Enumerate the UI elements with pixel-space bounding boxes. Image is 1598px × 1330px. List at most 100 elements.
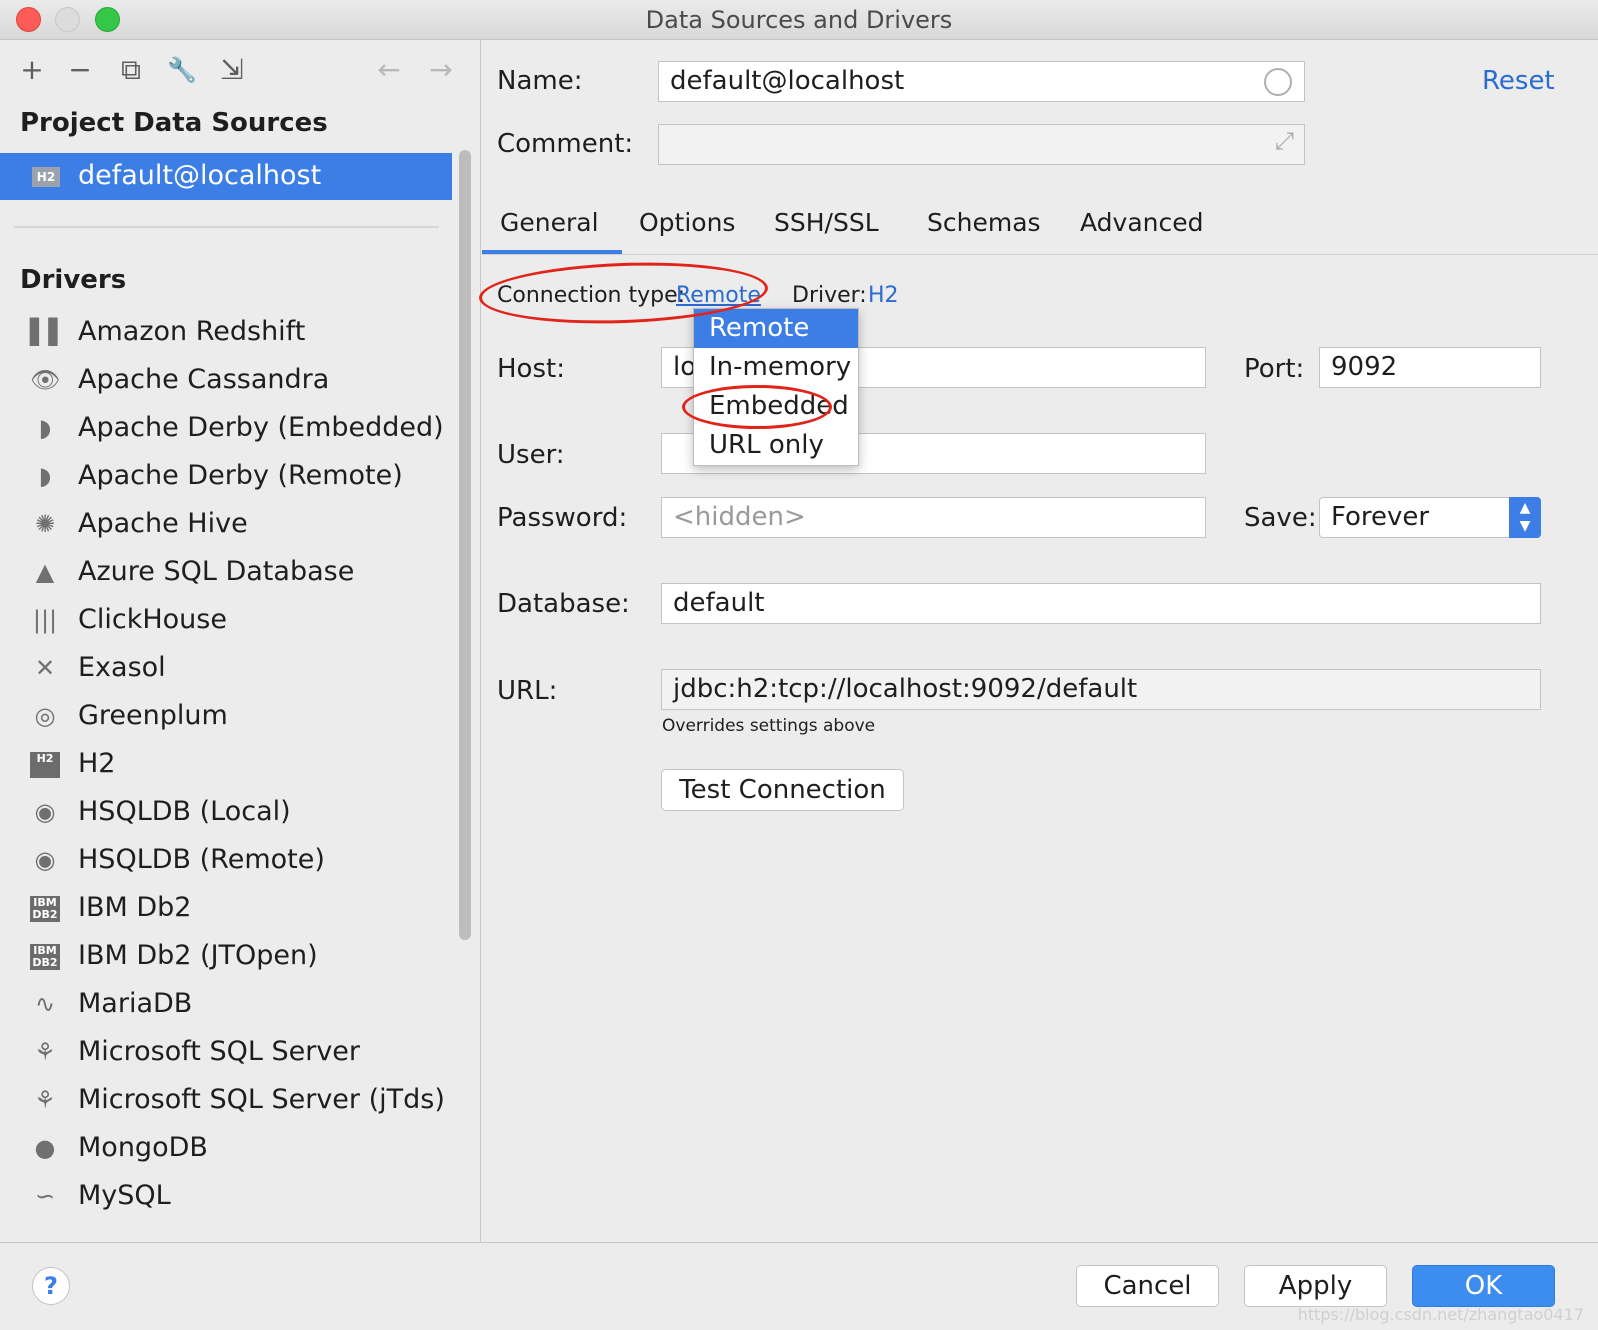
sidebar-scrollbar[interactable] [459, 150, 471, 940]
driver-item[interactable]: ◉ HSQLDB (Local) [0, 788, 452, 836]
database-input[interactable]: default [661, 583, 1541, 624]
cassandra-eye-icon: 👁 [30, 366, 61, 394]
dropdown-option-remote[interactable]: Remote [694, 309, 858, 348]
clickhouse-bars-icon: ||| [32, 606, 58, 634]
sql-server-icon: ⚘ [34, 1086, 56, 1114]
driver-item[interactable]: ⚘ Microsoft SQL Server [0, 1028, 452, 1076]
apply-button[interactable]: Apply [1244, 1265, 1387, 1307]
name-value: default@localhost [670, 66, 905, 96]
settings-panel: Name: default@localhost Reset Comment: ⤢… [478, 40, 1598, 1242]
tabs-border [482, 254, 1598, 255]
driver-item[interactable]: IBM DB2 IBM Db2 [0, 884, 452, 932]
wrench-icon[interactable]: 🔧 [166, 54, 198, 86]
sidebar-divider [14, 226, 439, 228]
title-bar: Data Sources and Drivers [0, 0, 1598, 40]
driver-item[interactable]: ◎ Greenplum [0, 692, 452, 740]
driver-label: HSQLDB (Remote) [78, 844, 325, 875]
test-connection-button[interactable]: Test Connection [661, 769, 904, 811]
password-input[interactable]: <hidden> [661, 497, 1206, 538]
tab-options[interactable]: Options [639, 208, 735, 237]
name-label: Name: [497, 66, 583, 96]
driver-label: IBM Db2 [78, 892, 192, 923]
save-label: Save: [1244, 503, 1317, 533]
sql-server-icon: ⚘ [34, 1038, 56, 1066]
back-arrow-icon[interactable]: ← [373, 54, 405, 86]
save-select-value: Forever [1331, 502, 1430, 532]
comment-input[interactable]: ⤢ [658, 124, 1305, 165]
driver-item[interactable]: ▲ Azure SQL Database [0, 548, 452, 596]
driver-label: Azure SQL Database [78, 556, 355, 587]
host-label: Host: [497, 354, 565, 384]
driver-item[interactable]: ✕ Exasol [0, 644, 452, 692]
driver-item[interactable]: ◉ HSQLDB (Remote) [0, 836, 452, 884]
import-icon[interactable]: ⇲ [216, 54, 248, 86]
driver-item[interactable]: ⚘ Microsoft SQL Server (jTds) [0, 1076, 452, 1124]
ok-button[interactable]: OK [1412, 1265, 1555, 1307]
remove-icon[interactable]: − [64, 54, 96, 86]
reset-link[interactable]: Reset [1482, 66, 1555, 96]
comment-label: Comment: [497, 129, 634, 159]
driver-label: Apache Cassandra [78, 364, 330, 395]
driver-item[interactable]: 👁 Apache Cassandra [0, 356, 452, 404]
mysql-dolphin-icon: ∽ [34, 1182, 56, 1210]
driver-item[interactable]: ● MongoDB [0, 1124, 452, 1172]
data-source-label: default@localhost [78, 160, 322, 191]
mariadb-seal-icon: ∿ [34, 990, 56, 1018]
amazon-redshift-icon: ▌▌ [30, 318, 67, 346]
help-button[interactable]: ? [32, 1267, 70, 1305]
driver-label: ClickHouse [78, 604, 227, 635]
driver-label: Driver: [792, 283, 867, 308]
port-label: Port: [1244, 354, 1305, 384]
dropdown-option-in-memory[interactable]: In-memory [694, 348, 858, 387]
window-title: Data Sources and Drivers [645, 6, 953, 34]
driver-label: IBM Db2 (JTOpen) [78, 940, 318, 971]
tab-general[interactable]: General [500, 208, 599, 237]
user-label: User: [497, 440, 565, 470]
expand-icon[interactable]: ⤢ [1275, 127, 1294, 155]
tab-schemas[interactable]: Schemas [927, 208, 1041, 237]
driver-item[interactable]: ◗ Apache Derby (Remote) [0, 452, 452, 500]
derby-hat-icon: ◗ [38, 414, 52, 442]
driver-item[interactable]: ▌▌ Amazon Redshift [0, 308, 452, 356]
driver-label: Apache Hive [78, 508, 248, 539]
azure-triangle-icon: ▲ [35, 558, 55, 586]
driver-label: MySQL [78, 1180, 171, 1211]
url-hint: Overrides settings above [662, 716, 876, 736]
duplicate-icon[interactable]: ⧉ [115, 54, 147, 86]
project-data-sources-heading: Project Data Sources [20, 108, 328, 138]
h2-badge-icon: H2 [30, 752, 60, 778]
save-select[interactable]: Forever ▲ ▼ [1319, 497, 1541, 538]
driver-label: Greenplum [78, 700, 228, 731]
driver-label: HSQLDB (Local) [78, 796, 291, 827]
url-input[interactable]: jdbc:h2:tcp://localhost:9092/default [661, 669, 1541, 710]
database-label: Database: [497, 589, 630, 619]
driver-item[interactable]: ∽ MySQL [0, 1172, 452, 1220]
exasol-x-icon: ✕ [34, 654, 56, 682]
tab-ssh-ssl[interactable]: SSH/SSL [774, 208, 879, 237]
driver-link[interactable]: H2 [868, 283, 899, 308]
forward-arrow-icon[interactable]: → [425, 54, 457, 86]
h2-badge-icon: H2 [32, 167, 60, 187]
driver-item[interactable]: IBM DB2 IBM Db2 (JTOpen) [0, 932, 452, 980]
data-source-item-default[interactable]: H2 default@localhost [0, 153, 452, 200]
ibm-db2-icon: IBM DB2 [30, 944, 60, 970]
driver-item[interactable]: ∿ MariaDB [0, 980, 452, 1028]
driver-label: Apache Derby (Embedded) [78, 412, 444, 443]
driver-label: MongoDB [78, 1132, 208, 1163]
dropdown-option-url-only[interactable]: URL only [694, 426, 858, 465]
add-icon[interactable]: + [16, 54, 48, 86]
driver-item[interactable]: ||| ClickHouse [0, 596, 452, 644]
select-arrows-icon: ▲ ▼ [1509, 497, 1541, 538]
port-input[interactable]: 9092 [1319, 347, 1541, 388]
driver-item[interactable]: H2 H2 [0, 740, 452, 788]
name-input[interactable]: default@localhost [658, 61, 1305, 102]
drivers-heading: Drivers [20, 265, 127, 295]
driver-item[interactable]: ◗ Apache Derby (Embedded) [0, 404, 452, 452]
color-circle-icon[interactable] [1264, 68, 1292, 96]
hive-bee-icon: ✺ [34, 510, 56, 538]
tab-advanced[interactable]: Advanced [1080, 208, 1204, 237]
ibm-db2-icon: IBM DB2 [30, 896, 60, 922]
driver-item[interactable]: ✺ Apache Hive [0, 500, 452, 548]
cancel-button[interactable]: Cancel [1076, 1265, 1219, 1307]
url-label: URL: [497, 676, 558, 706]
